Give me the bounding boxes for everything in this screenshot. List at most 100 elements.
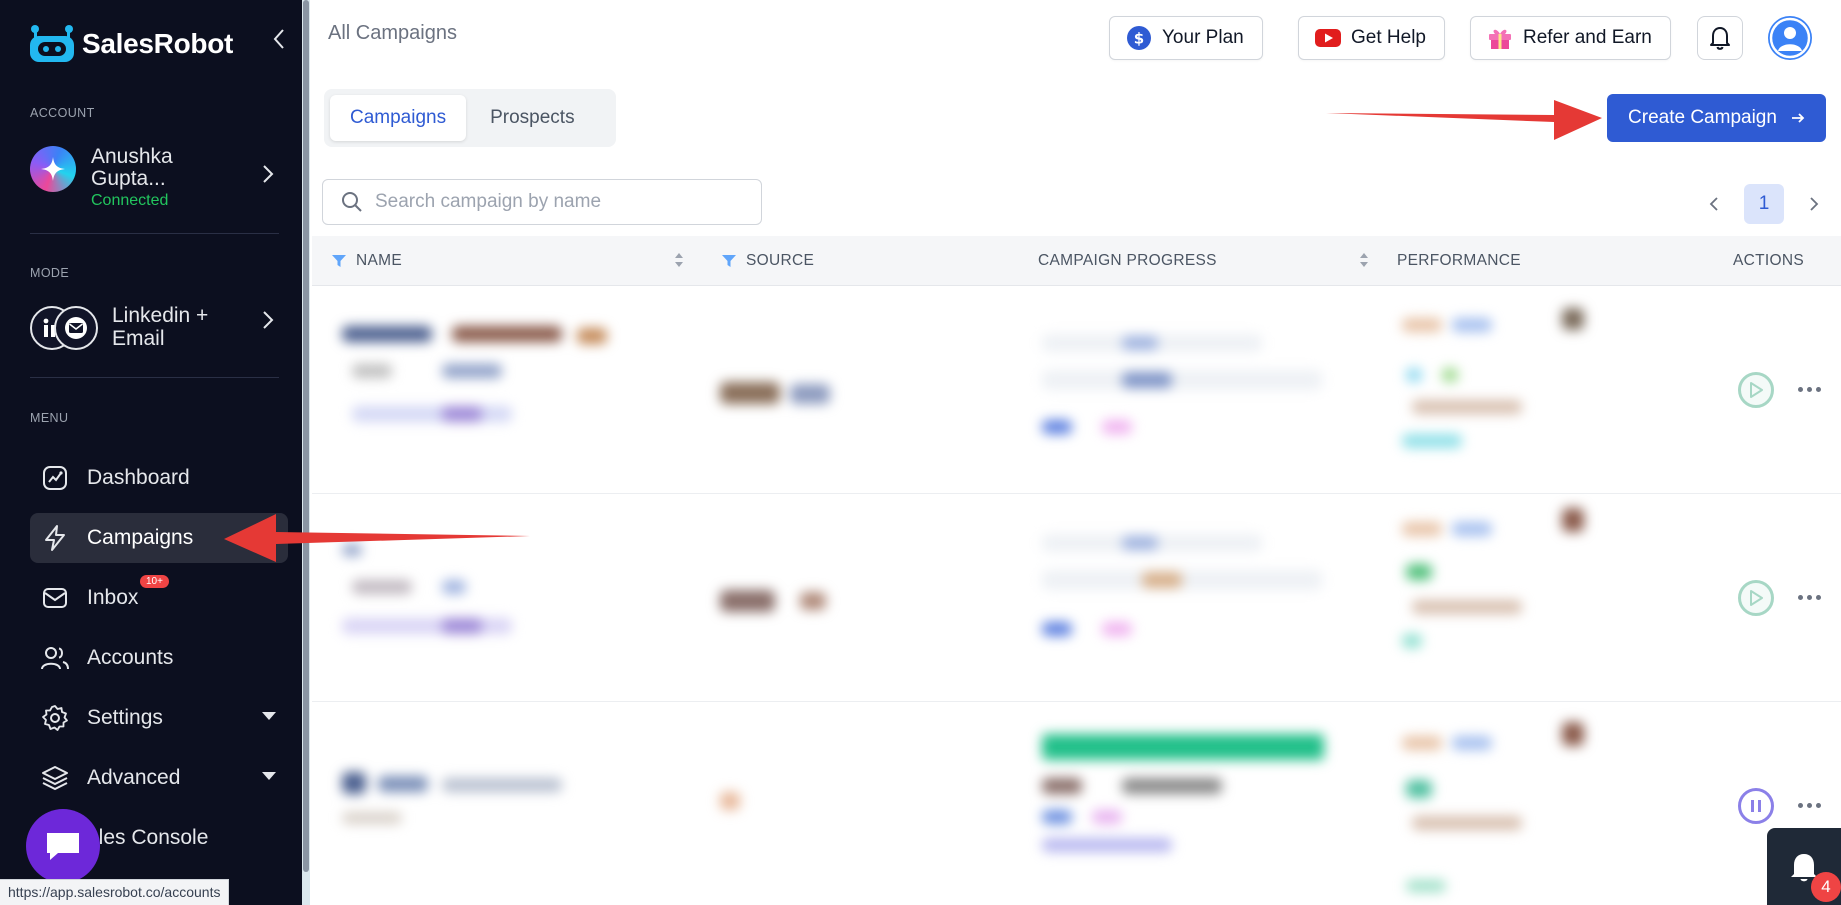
table-header: NAME SOURCE CAMPAIGN PROGRESS PERFORMANC… (312, 236, 1841, 286)
sidebar-item-dashboard[interactable]: Dashboard (30, 453, 288, 503)
sidebar-item-label: Settings (87, 706, 163, 729)
account-selector[interactable]: Anushka Gupta... Connected (30, 144, 290, 216)
email-circle-icon (54, 306, 98, 350)
campaign-search[interactable] (322, 179, 762, 225)
sidebar-item-settings[interactable]: Settings (30, 693, 288, 743)
sidebar-item-label: Accounts (87, 646, 174, 669)
more-actions-button[interactable] (1798, 803, 1821, 808)
account-avatar (30, 146, 76, 192)
mail-icon (40, 583, 70, 613)
dollar-icon: $ (1127, 26, 1151, 50)
sidebar-scrollbar[interactable] (302, 0, 310, 905)
sidebar-item-label: Advanced (87, 766, 181, 789)
status-bar-url: https://app.salesrobot.co/accounts (0, 879, 230, 905)
your-plan-label: Your Plan (1162, 27, 1244, 48)
page-number-current[interactable]: 1 (1744, 184, 1784, 224)
chevron-right-icon (1810, 197, 1819, 211)
account-section-label: ACCOUNT (30, 106, 95, 120)
chat-support-button[interactable] (26, 809, 100, 883)
sort-icon[interactable] (674, 252, 684, 268)
sidebar-item-advanced[interactable]: Advanced (30, 753, 288, 803)
lightning-icon (40, 523, 70, 553)
column-label: CAMPAIGN PROGRESS (1038, 252, 1217, 269)
chevron-left-icon (1709, 197, 1718, 211)
play-icon (1750, 590, 1763, 606)
chevron-right-icon (263, 311, 274, 329)
caret-down-icon (262, 772, 276, 780)
mode-label: Linkedin + Email (112, 304, 209, 350)
column-name[interactable]: NAME (332, 252, 402, 270)
campaign-name-blurred (342, 326, 642, 436)
source-blurred (720, 792, 750, 812)
profile-avatar-button[interactable] (1768, 16, 1812, 60)
performance-blurred (1402, 308, 1592, 448)
progress-blurred (1042, 334, 1322, 444)
search-input[interactable] (375, 191, 735, 213)
divider (30, 233, 279, 234)
sidebar-item-label: ales Console (87, 826, 209, 849)
get-help-button[interactable]: Get Help (1298, 16, 1445, 60)
next-page-button[interactable] (1802, 192, 1826, 216)
pause-icon (1751, 800, 1761, 812)
refer-and-earn-button[interactable]: Refer and Earn (1470, 16, 1671, 60)
performance-blurred (1402, 508, 1592, 648)
prev-page-button[interactable] (1702, 192, 1726, 216)
progress-blurred (1042, 734, 1332, 864)
notification-count-badge: 4 (1811, 872, 1841, 902)
app-window: SalesRobot ACCOUNT Anushka Gupta... Conn… (0, 0, 1841, 905)
filter-icon[interactable] (722, 255, 736, 267)
mode-selector[interactable]: Linkedin + Email (30, 300, 290, 356)
sidebar-item-accounts[interactable]: Accounts (30, 633, 288, 683)
column-actions: ACTIONS (1733, 252, 1804, 270)
refer-label: Refer and Earn (1523, 27, 1652, 48)
column-performance: PERFORMANCE (1397, 252, 1521, 270)
start-campaign-button[interactable] (1738, 580, 1774, 616)
table-row[interactable] (312, 702, 1841, 905)
scrollbar-thumb[interactable] (303, 0, 309, 872)
gift-icon (1489, 29, 1511, 49)
source-blurred (720, 590, 830, 614)
users-icon (40, 643, 70, 673)
create-campaign-button[interactable]: Create Campaign (1607, 94, 1826, 142)
filter-icon[interactable] (332, 255, 346, 267)
collapse-sidebar-button[interactable] (268, 26, 290, 52)
pagination: 1 (1690, 184, 1830, 224)
notifications-button[interactable] (1697, 16, 1743, 60)
source-blurred (720, 382, 840, 408)
bell-icon (1710, 27, 1730, 50)
column-source[interactable]: SOURCE (722, 252, 814, 270)
brand-logo[interactable]: SalesRobot (28, 24, 233, 64)
your-plan-button[interactable]: $ Your Plan (1109, 16, 1263, 60)
column-label: ACTIONS (1733, 252, 1804, 269)
chevron-left-icon (273, 29, 284, 49)
dashboard-icon (40, 463, 70, 493)
sort-icon[interactable] (1359, 252, 1369, 268)
tab-campaigns[interactable]: Campaigns (330, 95, 467, 141)
more-actions-button[interactable] (1798, 595, 1821, 600)
sidebar-item-inbox[interactable]: Inbox 10+ (30, 573, 288, 623)
pause-campaign-button[interactable] (1738, 788, 1774, 824)
more-actions-button[interactable] (1798, 387, 1821, 392)
robot-logo-icon (30, 25, 74, 62)
tab-prospects[interactable]: Prospects (470, 95, 594, 141)
svg-text:$: $ (1134, 30, 1144, 48)
arrow-right-icon (1791, 113, 1805, 123)
table-row[interactable] (312, 494, 1841, 702)
chat-icon (47, 833, 79, 860)
view-tabs: Campaigns Prospects (324, 89, 616, 147)
table-row[interactable] (312, 286, 1841, 494)
main-content: All Campaigns $ Your Plan Get Help Refer… (310, 0, 1841, 905)
brand-name: SalesRobot (82, 28, 234, 59)
column-campaign-progress[interactable]: CAMPAIGN PROGRESS (1038, 252, 1217, 270)
caret-down-icon (262, 712, 276, 720)
mode-section-label: MODE (30, 266, 70, 280)
performance-blurred (1402, 722, 1592, 892)
play-icon (1750, 382, 1763, 398)
inbox-unread-badge: 10+ (140, 575, 169, 588)
page-title: All Campaigns (328, 22, 457, 44)
search-icon (342, 192, 362, 212)
progress-blurred (1042, 534, 1322, 644)
user-icon (1769, 17, 1811, 59)
start-campaign-button[interactable] (1738, 372, 1774, 408)
annotation-arrow-left (224, 514, 530, 562)
